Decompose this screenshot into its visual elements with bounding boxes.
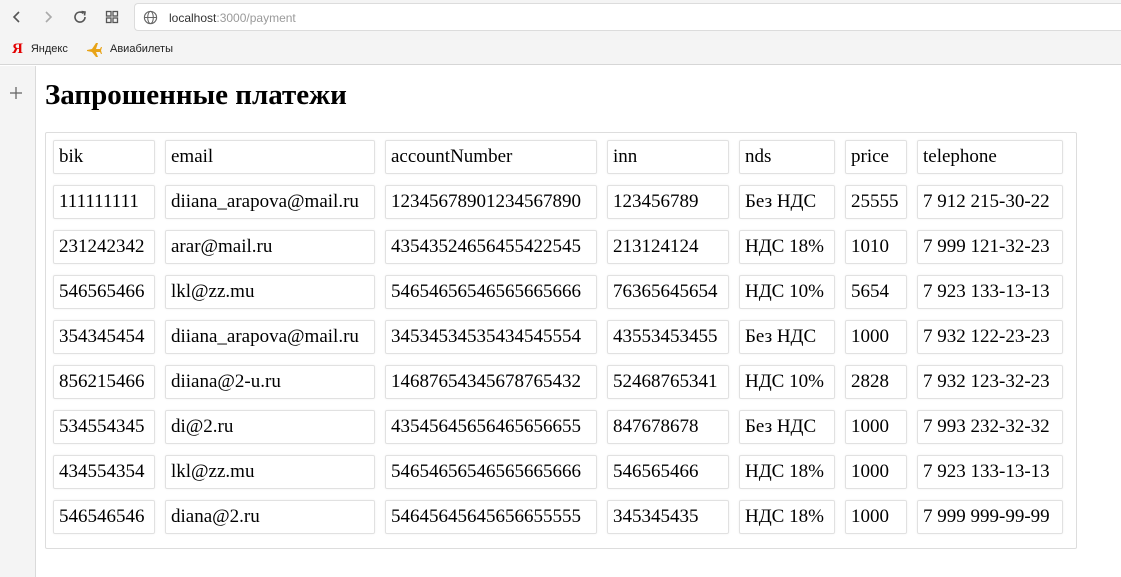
cell-price: 2828 <box>845 365 907 399</box>
reload-button[interactable] <box>68 5 92 29</box>
table-row: 231242342 arar@mail.ru 4354352465645542254… <box>53 230 1063 264</box>
bookmarks-bar: Я Яндекс Авиабилеты <box>0 34 1121 65</box>
bookmark-yandex[interactable]: Я Яндекс <box>12 41 68 57</box>
cell-price: 1010 <box>845 230 907 264</box>
bookmark-label: Авиабилеты <box>110 43 174 55</box>
cell-account-number: 14687654345678765432 <box>385 365 597 399</box>
cell-nds: НДС 18% <box>739 500 835 534</box>
cell-email: diiana@2-u.ru <box>165 365 375 399</box>
cell-nds: Без НДС <box>739 185 835 219</box>
header-telephone: telephone <box>917 140 1063 174</box>
cell-bik: 231242342 <box>53 230 155 264</box>
cell-price: 5654 <box>845 275 907 309</box>
cell-bik: 856215466 <box>53 365 155 399</box>
cell-bik: 546546546 <box>53 500 155 534</box>
table-row: 354345454 diiana_arapova@mail.ru 345345345… <box>53 320 1063 354</box>
cell-email: diiana_arapova@mail.ru <box>165 320 375 354</box>
cell-account-number: 34534534535434545554 <box>385 320 597 354</box>
cell-inn: 546565466 <box>607 455 729 489</box>
cell-nds: НДС 18% <box>739 455 835 489</box>
header-account-number: accountNumber <box>385 140 597 174</box>
table-body: 111111111 diiana_arapova@mail.ru 123456789… <box>53 185 1063 534</box>
table-row: 546546546 diana@2.ru 54645645645656655555 3… <box>53 500 1063 534</box>
cell-price: 1000 <box>845 410 907 444</box>
chevron-right-icon <box>45 11 53 23</box>
chevron-left-icon <box>12 11 20 23</box>
cell-inn: 43553453455 <box>607 320 729 354</box>
cell-email: di@2.ru <box>165 410 375 444</box>
payments-table: bik email accountNumber inn nds price te… <box>43 129 1073 545</box>
cell-nds: НДС 10% <box>739 275 835 309</box>
header-bik: bik <box>53 140 155 174</box>
bookmark-label: Яндекс <box>30 43 68 55</box>
cell-nds: НДС 10% <box>739 365 835 399</box>
cell-nds: НДС 18% <box>739 230 835 264</box>
cell-account-number: 12345678901234567890 <box>385 185 597 219</box>
cell-inn: 52468765341 <box>607 365 729 399</box>
cell-inn: 213124124 <box>607 230 729 264</box>
cell-telephone: 7 923 133-13-13 <box>917 275 1063 309</box>
cell-telephone: 7 932 122-23-23 <box>917 320 1063 354</box>
speed-dial-button[interactable] <box>100 5 124 29</box>
cell-bik: 534554345 <box>53 410 155 444</box>
cell-bik: 111111111 <box>53 185 155 219</box>
header-nds: nds <box>739 140 835 174</box>
cell-telephone: 7 999 999-99-99 <box>917 500 1063 534</box>
cell-price: 25555 <box>845 185 907 219</box>
reload-icon <box>74 10 86 23</box>
url-path: :3000/payment <box>216 11 296 25</box>
cell-price: 1000 <box>845 320 907 354</box>
plane-icon <box>87 43 102 57</box>
cell-inn: 847678678 <box>607 410 729 444</box>
header-price: price <box>845 140 907 174</box>
header-email: email <box>165 140 375 174</box>
cell-email: diiana_arapova@mail.ru <box>165 185 375 219</box>
cell-account-number: 54654656546565665666 <box>385 455 597 489</box>
cell-account-number: 54645645645656655555 <box>385 500 597 534</box>
cell-inn: 123456789 <box>607 185 729 219</box>
cell-inn: 345345435 <box>607 500 729 534</box>
cell-inn: 76365645654 <box>607 275 729 309</box>
browser-toolbar: localhost:3000/payment <box>0 0 1121 34</box>
table-row: 534554345 di@2.ru 43545645656465656655 8476… <box>53 410 1063 444</box>
table-row: 546565466 lkl@zz.mu 54654656546565665666 76… <box>53 275 1063 309</box>
cell-bik: 546565466 <box>53 275 155 309</box>
globe-icon <box>143 10 158 25</box>
cell-account-number: 43545645656465656655 <box>385 410 597 444</box>
cell-telephone: 7 912 215-30-22 <box>917 185 1063 219</box>
header-inn: inn <box>607 140 729 174</box>
cell-telephone: 7 993 232-32-32 <box>917 410 1063 444</box>
cell-email: lkl@zz.mu <box>165 275 375 309</box>
cell-telephone: 7 932 123-32-23 <box>917 365 1063 399</box>
url-text: localhost:3000/payment <box>169 10 296 26</box>
cell-nds: Без НДС <box>739 410 835 444</box>
table-header-row: bik email accountNumber inn nds price te… <box>53 140 1063 174</box>
url-host: localhost <box>169 11 217 25</box>
cell-price: 1000 <box>845 500 907 534</box>
cell-account-number: 54654656546565665666 <box>385 275 597 309</box>
cell-bik: 434554354 <box>53 455 155 489</box>
page-title: Запрошенные платежи <box>45 79 347 111</box>
cell-price: 1000 <box>845 455 907 489</box>
address-bar[interactable]: localhost:3000/payment <box>134 3 1121 31</box>
yandex-icon: Я <box>12 41 23 57</box>
table-row: 856215466 diiana@2-u.ru 146876543456787654… <box>53 365 1063 399</box>
cell-email: arar@mail.ru <box>165 230 375 264</box>
cell-email: diana@2.ru <box>165 500 375 534</box>
back-button[interactable] <box>5 5 29 29</box>
grid-icon <box>105 10 119 24</box>
table-row: 434554354 lkl@zz.mu 54654656546565665666 54… <box>53 455 1063 489</box>
cell-telephone: 7 999 121-32-23 <box>917 230 1063 264</box>
payments-table-container: bik email accountNumber inn nds price te… <box>45 132 1077 549</box>
cell-email: lkl@zz.mu <box>165 455 375 489</box>
cell-telephone: 7 923 133-13-13 <box>917 455 1063 489</box>
cell-nds: Без НДС <box>739 320 835 354</box>
browser-sidebar <box>0 66 36 577</box>
table-row: 111111111 diiana_arapova@mail.ru 123456789… <box>53 185 1063 219</box>
plus-icon[interactable] <box>9 86 23 100</box>
cell-account-number: 43543524656455422545 <box>385 230 597 264</box>
forward-button[interactable] <box>36 5 60 29</box>
bookmark-avia[interactable]: Авиабилеты <box>86 41 173 57</box>
cell-bik: 354345454 <box>53 320 155 354</box>
